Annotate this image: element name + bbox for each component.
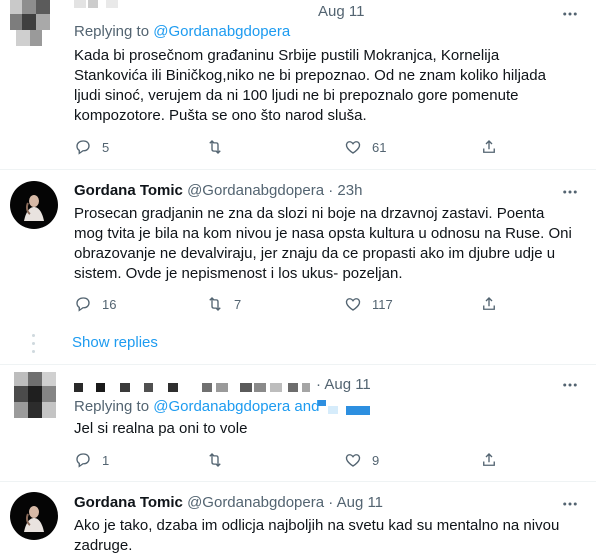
more-icon <box>563 190 577 194</box>
retweet-count: 7 <box>234 296 242 312</box>
tweet-text: Prosecan gradjanin ne zna da slozi ni bo… <box>74 205 572 282</box>
author-handle[interactable]: @Gordanabgdopera <box>187 182 324 199</box>
like-icon <box>345 454 361 467</box>
reply-icon <box>76 140 90 155</box>
reply-icon <box>76 297 90 312</box>
avatar[interactable] <box>10 181 58 229</box>
like-count: 9 <box>372 452 380 468</box>
more-icon <box>563 502 577 506</box>
replying-to-and: and <box>294 398 320 415</box>
tweet-date[interactable]: Aug 11 <box>324 376 370 393</box>
author-handle[interactable]: @Gordanabgdopera <box>187 494 324 511</box>
date-row: · Aug 11 <box>316 376 371 393</box>
replying-to: Replying to @Gordanabgdopera and <box>74 398 319 415</box>
tweet-text: Ako je tako, dzaba im odlicja najboljih … <box>74 517 560 554</box>
divider <box>0 169 596 170</box>
retweet-icon <box>209 453 221 467</box>
more-button[interactable] <box>561 5 579 28</box>
redacted-handle[interactable] <box>318 400 372 416</box>
reply-button[interactable]: 16 <box>74 295 116 313</box>
tweet-time[interactable]: 23h <box>337 182 362 199</box>
avatar[interactable] <box>10 492 58 540</box>
share-icon <box>483 140 495 153</box>
reply-button[interactable]: 5 <box>74 138 109 156</box>
retweet-button[interactable]: 7 <box>206 295 241 313</box>
like-count: 117 <box>372 296 393 312</box>
replying-to-handle[interactable]: @Gordanabgdopera <box>153 23 290 40</box>
show-replies-link[interactable]: Show replies <box>72 334 158 351</box>
retweet-button[interactable] <box>206 451 234 469</box>
share-button[interactable] <box>480 295 498 313</box>
more-icon <box>563 383 577 387</box>
reply-count: 5 <box>102 139 110 155</box>
avatar-figure <box>24 195 44 221</box>
share-button[interactable] <box>480 451 498 469</box>
reply-count: 16 <box>102 296 117 312</box>
author-name[interactable]: Gordana Tomic <box>74 494 183 511</box>
avatar-pixelated[interactable] <box>10 0 50 46</box>
share-icon <box>483 297 495 310</box>
retweet-icon <box>209 297 221 311</box>
more-icon <box>563 12 577 16</box>
author-row: Gordana Tomic @Gordanabgdopera · 23h <box>74 182 362 199</box>
reply-count: 1 <box>102 452 110 468</box>
tweet-date[interactable]: Aug 11 <box>318 3 364 20</box>
more-button[interactable] <box>561 495 579 518</box>
like-count: 61 <box>372 139 387 155</box>
thread-connector <box>32 334 36 356</box>
replying-to-label: Replying to <box>74 23 150 40</box>
divider <box>0 364 596 365</box>
separator-dot: · <box>328 182 334 199</box>
retweet-button[interactable] <box>206 138 234 156</box>
like-button[interactable]: 9 <box>344 451 379 469</box>
like-button[interactable]: 117 <box>344 295 393 313</box>
like-icon <box>345 298 361 311</box>
share-button[interactable] <box>480 138 498 156</box>
tweet-text: Kada bi prosečnom građaninu Srbije pusti… <box>74 47 546 124</box>
more-button[interactable] <box>561 376 579 399</box>
retweet-icon <box>209 140 221 154</box>
author-name-pixelated[interactable] <box>74 381 314 393</box>
more-button[interactable] <box>561 183 579 206</box>
divider <box>0 481 596 482</box>
replying-to-handle[interactable]: @Gordanabgdopera <box>153 398 290 415</box>
avatar-figure <box>24 506 44 532</box>
reply-button[interactable]: 1 <box>74 451 109 469</box>
replying-to: Replying to @Gordanabgdopera <box>74 23 290 40</box>
like-button[interactable]: 61 <box>344 138 386 156</box>
like-icon <box>345 141 361 154</box>
author-row: Gordana Tomic @Gordanabgdopera · Aug 11 <box>74 494 383 511</box>
author-name[interactable]: Gordana Tomic <box>74 182 183 199</box>
tweet-date[interactable]: Aug 11 <box>337 494 383 511</box>
avatar-pixelated[interactable] <box>14 372 58 418</box>
separator-dot: · <box>316 376 321 393</box>
author-name-pixelated[interactable] <box>74 0 304 8</box>
replying-to-label: Replying to <box>74 398 150 415</box>
share-icon <box>483 453 495 466</box>
tweet-text: Jel si realna pa oni to vole <box>74 420 248 437</box>
reply-icon <box>76 453 90 468</box>
separator-dot: · <box>328 494 334 511</box>
